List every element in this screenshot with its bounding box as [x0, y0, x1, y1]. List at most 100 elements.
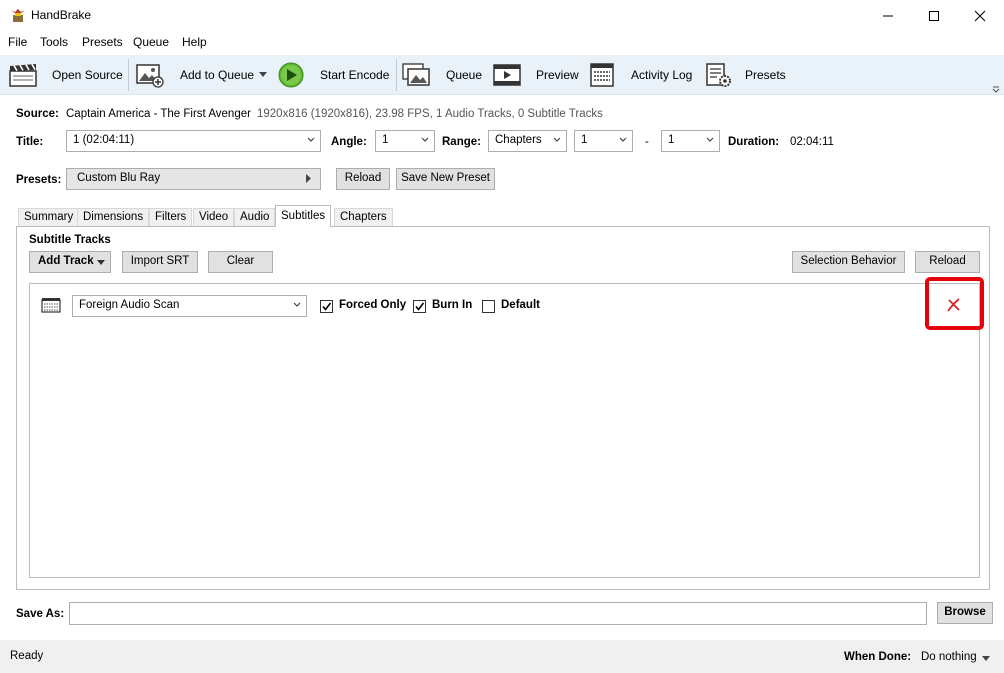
minimize-icon [883, 15, 893, 16]
presets-dropdown-value: Custom Blu Ray [77, 172, 161, 184]
add-to-queue-button[interactable]: Add to Queue [134, 55, 272, 95]
menu-presets[interactable]: Presets [82, 35, 123, 49]
tab-chapters[interactable]: Chapters [334, 208, 393, 226]
range-end-dropdown[interactable]: 1 [661, 130, 720, 152]
duration-label: Duration: [728, 136, 780, 148]
toolbar: Open Source Add to Queue Start Encode Qu… [0, 55, 1004, 95]
toolbar-separator [396, 59, 397, 91]
when-done-dropdown[interactable]: Do nothing [918, 648, 996, 666]
film-preview-icon [493, 64, 521, 86]
add-image-icon [136, 64, 164, 88]
tab-summary[interactable]: Summary [18, 208, 80, 226]
close-button[interactable] [957, 0, 1003, 31]
activity-log-button[interactable]: Activity Log [587, 55, 695, 95]
source-name: Captain America - The First Avenger [66, 108, 251, 120]
handbrake-logo-icon [11, 9, 25, 22]
maximize-icon [929, 10, 939, 21]
dropdown-arrow-icon [259, 72, 267, 77]
queue-button[interactable]: Queue [400, 55, 485, 95]
subtitle-source-dropdown[interactable]: Foreign Audio Scan [72, 295, 307, 317]
tab-dimensions[interactable]: Dimensions [77, 208, 150, 226]
forced-only-checkbox[interactable] [320, 300, 333, 313]
start-encode-button[interactable]: Start Encode [275, 55, 390, 95]
subtitle-tracks-heading: Subtitle Tracks [29, 234, 111, 246]
add-track-label: Add Track [38, 255, 94, 267]
burn-in-label: Burn In [432, 299, 473, 311]
presets-label: Presets [745, 68, 786, 82]
status-text: Ready [10, 650, 44, 662]
title-dropdown-value: 1 (02:04:11) [73, 134, 135, 146]
range-start-value: 1 [581, 134, 588, 146]
add-to-queue-label: Add to Queue [180, 68, 255, 82]
menu-queue[interactable]: Queue [133, 35, 169, 49]
play-icon [278, 62, 304, 88]
when-done-label: When Done: [844, 651, 912, 663]
remove-track-button[interactable] [944, 295, 964, 315]
start-encode-label: Start Encode [320, 68, 390, 82]
range-end-value: 1 [668, 134, 675, 146]
range-label: Range: [442, 136, 481, 148]
menu-tools[interactable]: Tools [40, 35, 68, 49]
dropdown-arrow-icon [982, 656, 990, 661]
forced-only-label: Forced Only [339, 299, 407, 311]
queue-images-icon [402, 63, 430, 86]
chevron-down-icon [307, 137, 315, 142]
chevron-down-icon [553, 137, 561, 142]
when-done-value: Do nothing [921, 651, 977, 663]
clear-button[interactable]: Clear [208, 251, 273, 273]
checkmark-icon [415, 302, 425, 311]
reload-preset-button[interactable]: Reload [336, 168, 390, 190]
subtitle-source-value: Foreign Audio Scan [79, 299, 180, 311]
presets-button[interactable]: Presets [703, 55, 788, 95]
range-type-dropdown[interactable]: Chapters [488, 130, 567, 152]
tab-filters[interactable]: Filters [149, 208, 193, 226]
preview-label: Preview [536, 68, 579, 82]
range-start-dropdown[interactable]: 1 [574, 130, 633, 152]
minimize-button[interactable] [865, 0, 911, 31]
angle-label: Angle: [331, 136, 367, 148]
burn-in-checkbox[interactable] [413, 300, 426, 313]
open-source-button[interactable]: Open Source [6, 55, 124, 95]
menu-help[interactable]: Help [182, 35, 207, 49]
save-new-preset-button[interactable]: Save New Preset [396, 168, 495, 190]
import-srt-button[interactable]: Import SRT [122, 251, 198, 273]
open-source-label: Open Source [52, 68, 123, 82]
preview-button[interactable]: Preview [490, 55, 580, 95]
tab-subtitles[interactable]: Subtitles [275, 205, 332, 227]
remove-x-icon [947, 298, 960, 312]
subtitle-track-list [29, 283, 980, 578]
default-checkbox[interactable] [482, 300, 495, 313]
activity-log-icon [590, 63, 614, 87]
browse-button[interactable]: Browse [937, 602, 993, 624]
queue-label: Queue [446, 68, 483, 82]
title-label: Title: [16, 136, 44, 148]
presets-label-field: Presets: [16, 174, 62, 186]
title-dropdown[interactable]: 1 (02:04:11) [66, 130, 321, 152]
selection-behavior-button[interactable]: Selection Behavior [792, 251, 905, 273]
activity-log-label: Activity Log [631, 68, 693, 82]
default-label: Default [501, 299, 540, 311]
angle-dropdown[interactable]: 1 [375, 130, 435, 152]
menu-file[interactable]: File [8, 35, 27, 49]
add-track-button[interactable]: Add Track [29, 251, 111, 273]
source-label: Source: [16, 108, 59, 120]
maximize-button[interactable] [911, 0, 957, 31]
dropdown-arrow-icon [97, 260, 105, 265]
duration-value: 02:04:11 [790, 136, 834, 148]
checkmark-icon [322, 302, 332, 311]
chevron-down-icon [421, 137, 429, 142]
title-bar: HandBrake [0, 0, 1004, 31]
subtitle-track-row: Foreign Audio Scan Forced Only Burn In D… [30, 290, 979, 322]
tab-video[interactable]: Video [193, 208, 235, 226]
presets-dropdown[interactable]: Custom Blu Ray [66, 168, 321, 190]
status-bar: Ready When Done: Do nothing [0, 640, 1004, 673]
presets-gear-icon [706, 63, 731, 87]
angle-dropdown-value: 1 [382, 134, 389, 146]
subtitle-track-icon [41, 298, 61, 313]
clapperboard-icon [9, 64, 37, 87]
save-as-input[interactable] [69, 602, 927, 625]
toolbar-overflow-icon[interactable] [992, 85, 1000, 93]
chevron-down-icon [706, 137, 714, 142]
tab-audio[interactable]: Audio [234, 208, 276, 226]
reload-subtitles-button[interactable]: Reload [915, 251, 980, 273]
